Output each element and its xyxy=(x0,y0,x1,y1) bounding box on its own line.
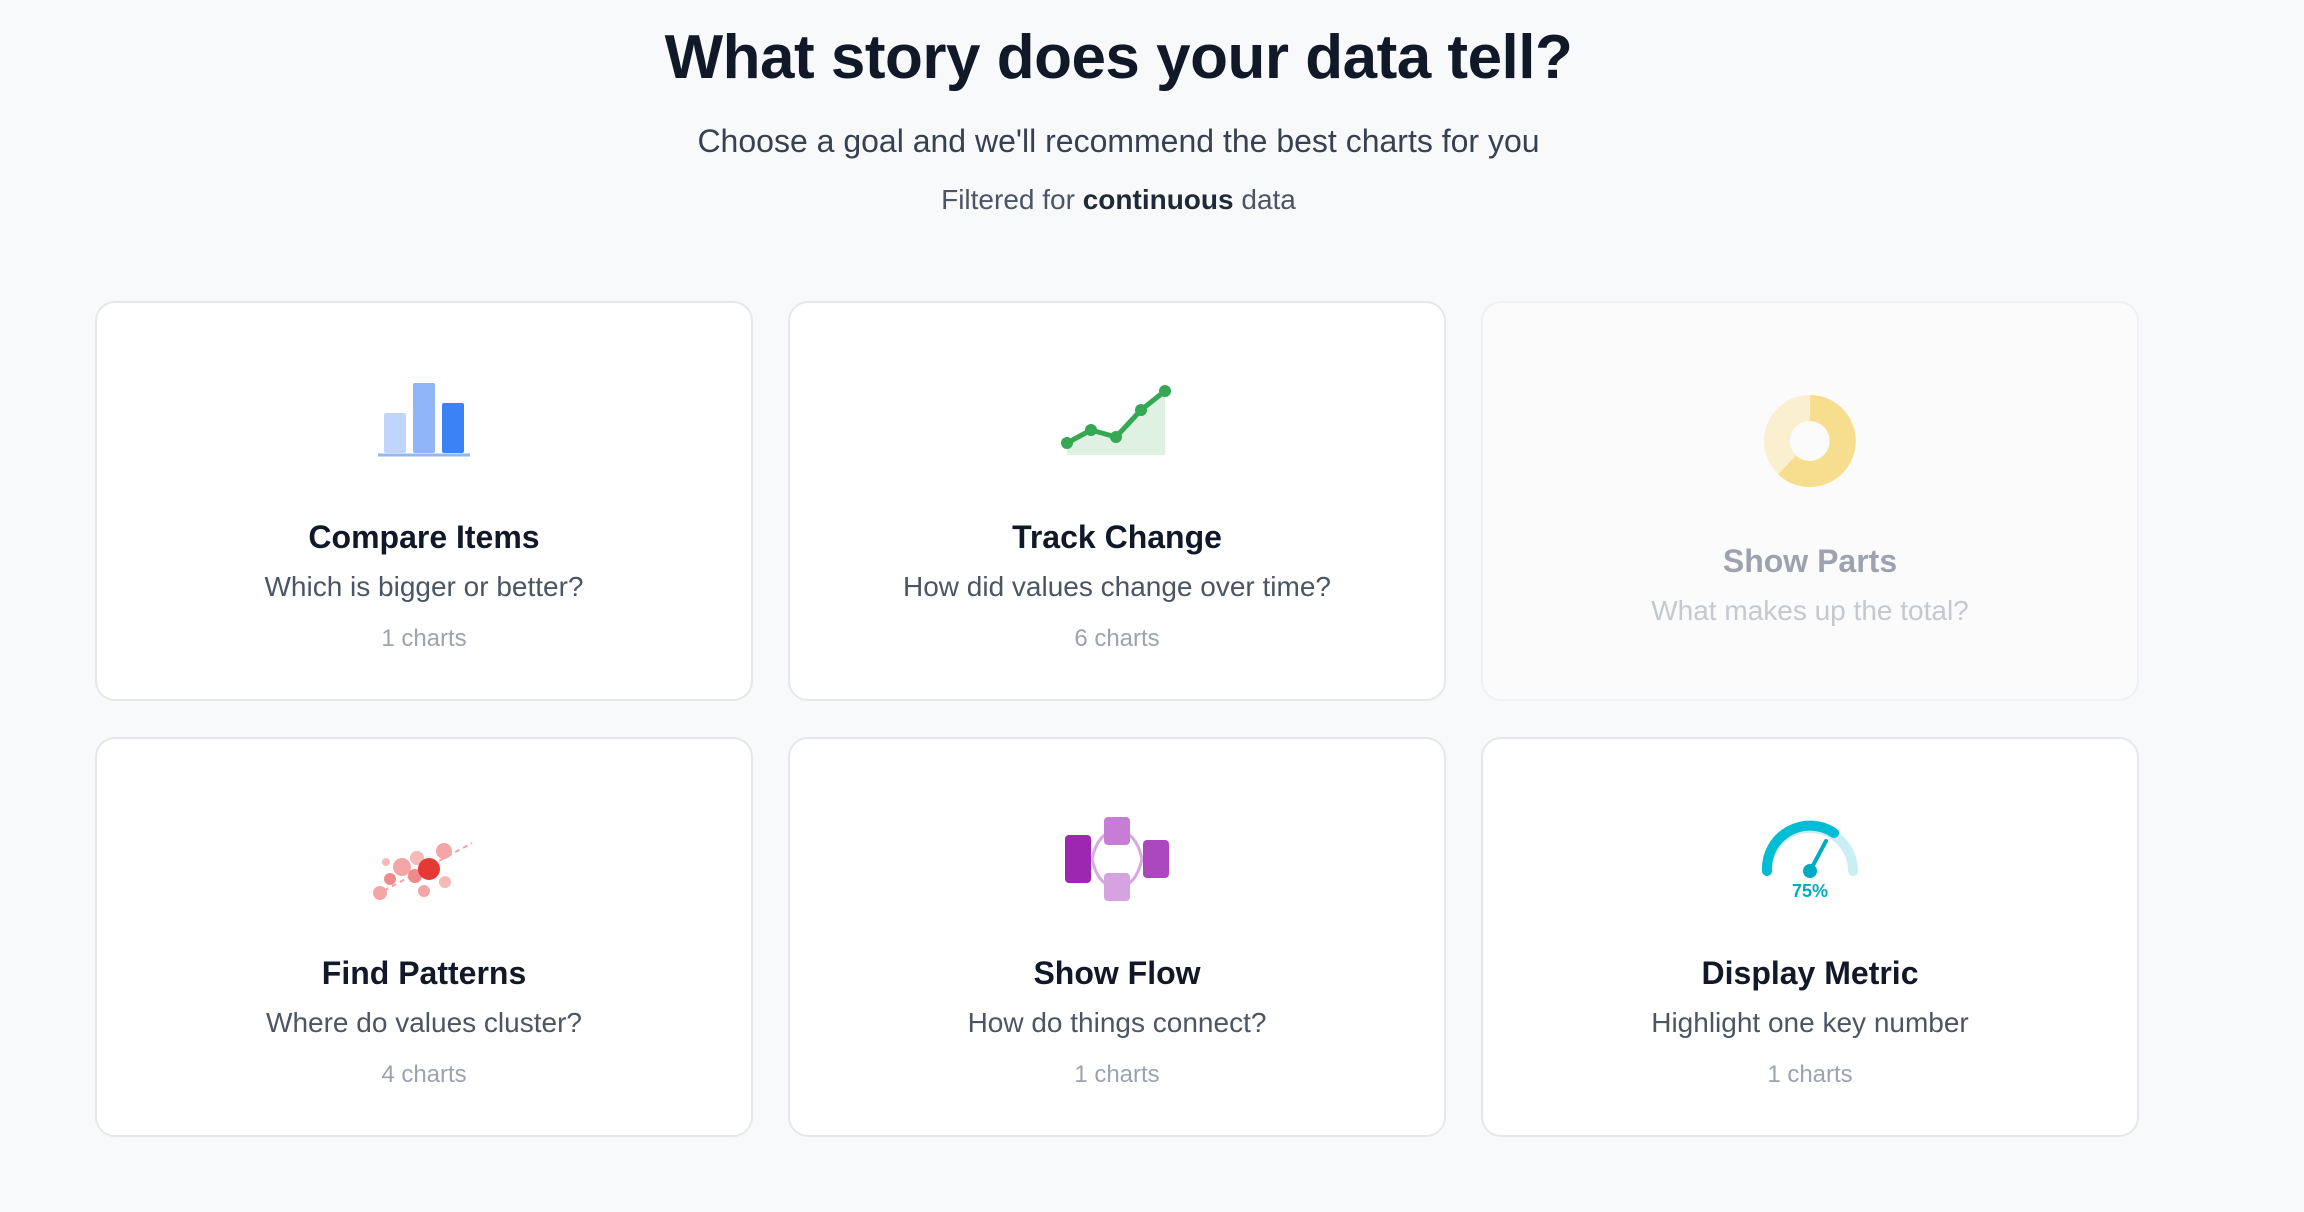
card-description: Where do values cluster? xyxy=(266,1007,582,1038)
card-title: Show Parts xyxy=(1722,543,1898,579)
card-description: How do things connect? xyxy=(967,1007,1267,1038)
filter-data-type: continuous xyxy=(1082,184,1234,215)
chart-count: 4 charts xyxy=(381,1061,467,1088)
goal-card-track-change[interactable]: Track Change How did values change over … xyxy=(788,301,1446,701)
gauge-icon: 75% xyxy=(1750,809,1870,909)
flow-diagram-icon xyxy=(1057,809,1177,909)
bar-chart-icon xyxy=(364,373,484,473)
donut-chart-icon xyxy=(1750,395,1870,495)
scatter-plot-icon xyxy=(364,809,484,909)
goal-card-display-metric[interactable]: 75% Display Metric Highlight one key num… xyxy=(1481,737,2139,1137)
goal-card-compare-items[interactable]: Compare Items Which is bigger or better?… xyxy=(95,301,753,701)
card-description: Which is bigger or better? xyxy=(264,571,584,602)
filter-suffix: data xyxy=(1241,184,1296,215)
card-description: What makes up the total? xyxy=(1651,595,1969,626)
filter-note: Filtered for continuous data xyxy=(0,180,2237,220)
chart-count: 6 charts xyxy=(1074,625,1160,652)
card-description: How did values change over time? xyxy=(902,571,1331,602)
card-title: Compare Items xyxy=(308,519,540,555)
gauge-label: 75% xyxy=(1792,881,1828,901)
goal-card-show-parts: Show Parts What makes up the total? xyxy=(1481,301,2139,701)
chart-count: 1 charts xyxy=(381,625,467,652)
chart-count: 1 charts xyxy=(1074,1061,1160,1088)
card-description: Highlight one key number xyxy=(1651,1007,1969,1038)
page-title: What story does your data tell? xyxy=(664,23,1573,92)
goal-card-find-patterns[interactable]: Find Patterns Where do values cluster? 4… xyxy=(95,737,753,1137)
filter-prefix: Filtered for xyxy=(941,184,1075,215)
chart-count: 1 charts xyxy=(1767,1061,1853,1088)
card-title: Find Patterns xyxy=(321,955,527,991)
card-title: Display Metric xyxy=(1701,955,1919,991)
page-subtitle: Choose a goal and we'll recommend the be… xyxy=(697,123,1540,159)
goal-card-show-flow[interactable]: Show Flow How do things connect? 1 chart… xyxy=(788,737,1446,1137)
line-chart-icon xyxy=(1057,373,1177,473)
card-title: Track Change xyxy=(1012,519,1222,555)
card-title: Show Flow xyxy=(1033,955,1201,991)
